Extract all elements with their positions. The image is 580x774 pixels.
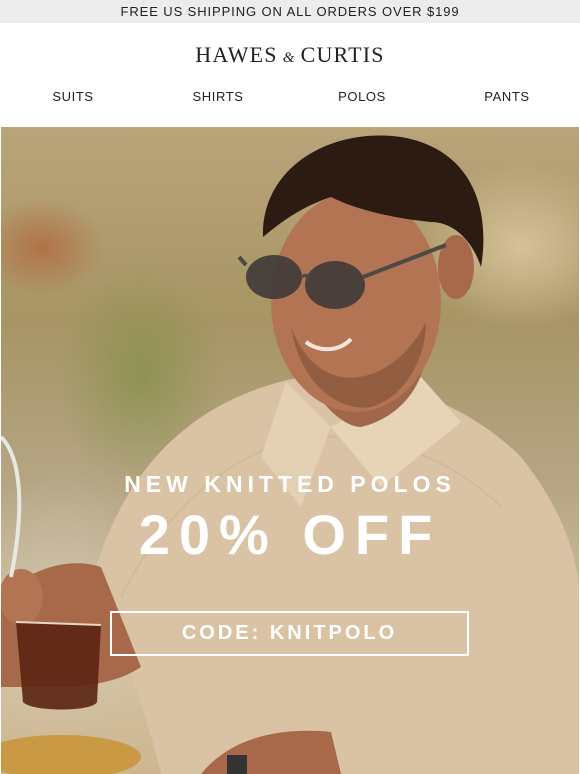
hero-headline: 20% OFF (138, 503, 442, 566)
main-nav: SUITS SHIRTS POLOS PANTS (0, 89, 580, 107)
logo-ampersand: & (282, 50, 296, 66)
logo-word-right: CURTIS (300, 42, 385, 67)
nav-item-pants[interactable]: PANTS (484, 89, 529, 104)
hero-subhead: NEW KNITTED POLOS (124, 471, 456, 497)
logo-word-left: HAWES (195, 42, 278, 67)
promo-code-label: CODE: KNITPOLO (181, 622, 398, 644)
brand-logo[interactable]: HAWES & CURTIS (0, 42, 580, 68)
shipping-banner-text: FREE US SHIPPING ON ALL ORDERS OVER $199 (120, 4, 460, 19)
nav-item-polos[interactable]: POLOS (338, 89, 386, 104)
nav-item-shirts[interactable]: SHIRTS (192, 89, 243, 104)
promo-code-button[interactable]: CODE: KNITPOLO (110, 611, 469, 656)
hero-banner[interactable]: NEW KNITTED POLOS 20% OFF CODE: KNITPOLO (1, 127, 579, 774)
shipping-banner: FREE US SHIPPING ON ALL ORDERS OVER $199 (0, 0, 580, 23)
site-header: HAWES & CURTIS SUITS SHIRTS POLOS PANTS (0, 23, 580, 127)
nav-item-suits[interactable]: SUITS (52, 89, 93, 104)
hero-overlay: NEW KNITTED POLOS 20% OFF CODE: KNITPOLO (1, 127, 579, 774)
